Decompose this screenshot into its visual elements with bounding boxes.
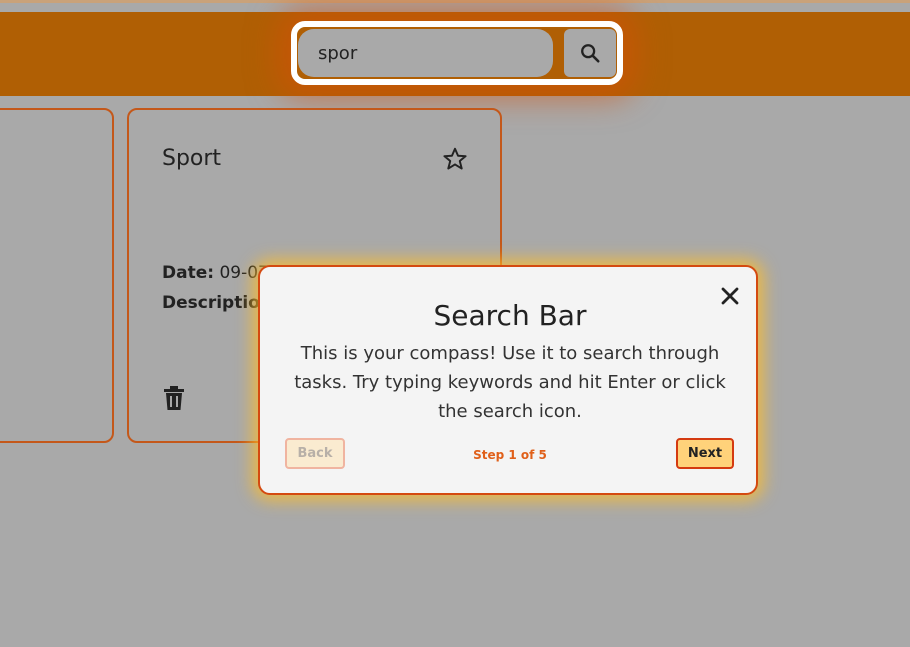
search-bar-highlight xyxy=(291,21,623,85)
delete-button[interactable] xyxy=(162,385,186,415)
next-button[interactable]: Next xyxy=(676,438,734,469)
trash-icon xyxy=(164,386,184,410)
tour-title: Search Bar xyxy=(433,299,587,332)
top-border-line xyxy=(0,0,910,3)
favorite-button[interactable] xyxy=(442,146,468,176)
date-label: Date: xyxy=(162,263,215,283)
search-button[interactable] xyxy=(564,29,616,77)
tour-description: This is your compass! Use it to search t… xyxy=(294,343,726,422)
search-input[interactable] xyxy=(298,29,553,77)
card-description: Description xyxy=(162,293,272,313)
card-title: Sport xyxy=(162,146,222,171)
search-icon xyxy=(581,44,600,63)
tour-dialog: Search Bar This is your compass! Use it … xyxy=(258,265,758,495)
task-card-partial xyxy=(0,108,114,443)
star-outline-icon xyxy=(443,147,467,170)
description-label: Description xyxy=(162,293,272,313)
